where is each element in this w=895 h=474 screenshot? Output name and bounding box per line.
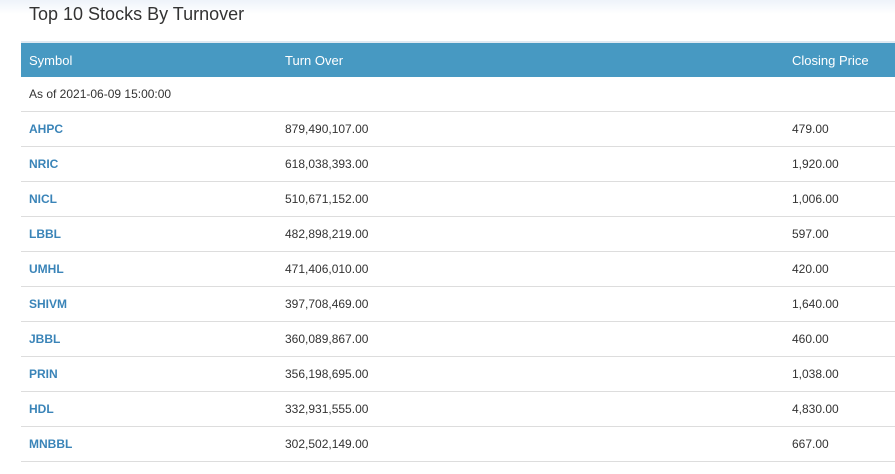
closing-price-cell: 667.00 bbox=[792, 437, 829, 451]
symbol-cell: MNBBL bbox=[21, 437, 277, 451]
turnover-table: Symbol Turn Over Closing Price As of 202… bbox=[21, 41, 895, 462]
turnover-cell: 332,931,555.00 bbox=[285, 402, 369, 416]
table-row: PRIN 356,198,695.00 1,038.00 bbox=[21, 357, 895, 392]
as-of-timestamp: As of 2021-06-09 15:00:00 bbox=[21, 77, 895, 112]
symbol-link[interactable]: NRIC bbox=[29, 157, 58, 171]
table-row: JBBL 360,089,867.00 460.00 bbox=[21, 322, 895, 357]
table-row: SHIVM 397,708,469.00 1,640.00 bbox=[21, 287, 895, 322]
symbol-link[interactable]: AHPC bbox=[29, 122, 63, 136]
symbol-cell: NICL bbox=[21, 192, 277, 206]
closing-price-cell: 1,006.00 bbox=[792, 192, 839, 206]
symbol-link[interactable]: LBBL bbox=[29, 227, 61, 241]
symbol-link[interactable]: UMHL bbox=[29, 262, 64, 276]
page-title: Top 10 Stocks By Turnover bbox=[29, 4, 245, 24]
table-row: LBBL 482,898,219.00 597.00 bbox=[21, 217, 895, 252]
symbol-link[interactable]: JBBL bbox=[29, 332, 60, 346]
turnover-cell: 879,490,107.00 bbox=[285, 122, 369, 136]
symbol-cell: JBBL bbox=[21, 332, 277, 346]
symbol-cell: SHIVM bbox=[21, 297, 277, 311]
symbol-link[interactable]: SHIVM bbox=[29, 297, 67, 311]
header-turnover: Turn Over bbox=[285, 52, 344, 68]
closing-price-cell: 1,920.00 bbox=[792, 157, 839, 171]
turnover-cell: 482,898,219.00 bbox=[285, 227, 369, 241]
symbol-cell: HDL bbox=[21, 402, 277, 416]
symbol-cell: PRIN bbox=[21, 367, 277, 381]
turnover-cell: 618,038,393.00 bbox=[285, 157, 369, 171]
closing-price-cell: 479.00 bbox=[792, 122, 829, 136]
symbol-cell: UMHL bbox=[21, 262, 277, 276]
turnover-cell: 510,671,152.00 bbox=[285, 192, 369, 206]
table-header: Symbol Turn Over Closing Price bbox=[21, 41, 895, 77]
turnover-cell: 360,089,867.00 bbox=[285, 332, 369, 346]
closing-price-cell: 1,640.00 bbox=[792, 297, 839, 311]
symbol-cell: AHPC bbox=[21, 122, 277, 136]
turnover-cell: 302,502,149.00 bbox=[285, 437, 369, 451]
closing-price-cell: 1,038.00 bbox=[792, 367, 839, 381]
closing-price-cell: 460.00 bbox=[792, 332, 829, 346]
closing-price-cell: 4,830.00 bbox=[792, 402, 839, 416]
symbol-cell: LBBL bbox=[21, 227, 277, 241]
turnover-cell: 397,708,469.00 bbox=[285, 297, 369, 311]
table-row: HDL 332,931,555.00 4,830.00 bbox=[21, 392, 895, 427]
turnover-cell: 356,198,695.00 bbox=[285, 367, 369, 381]
closing-price-cell: 597.00 bbox=[792, 227, 829, 241]
symbol-cell: NRIC bbox=[21, 157, 277, 171]
table-row: NICL 510,671,152.00 1,006.00 bbox=[21, 182, 895, 217]
header-closing-price: Closing Price bbox=[792, 52, 869, 68]
table-row: MNBBL 302,502,149.00 667.00 bbox=[21, 427, 895, 462]
table-row: UMHL 471,406,010.00 420.00 bbox=[21, 252, 895, 287]
symbol-link[interactable]: HDL bbox=[29, 402, 54, 416]
table-row: AHPC 879,490,107.00 479.00 bbox=[21, 112, 895, 147]
turnover-cell: 471,406,010.00 bbox=[285, 262, 369, 276]
header-symbol: Symbol bbox=[29, 52, 73, 68]
symbol-link[interactable]: PRIN bbox=[29, 367, 58, 381]
closing-price-cell: 420.00 bbox=[792, 262, 829, 276]
symbol-link[interactable]: MNBBL bbox=[29, 437, 72, 451]
table-row: NRIC 618,038,393.00 1,920.00 bbox=[21, 147, 895, 182]
symbol-link[interactable]: NICL bbox=[29, 192, 57, 206]
page: Top 10 Stocks By Turnover Symbol Turn Ov… bbox=[0, 0, 895, 474]
